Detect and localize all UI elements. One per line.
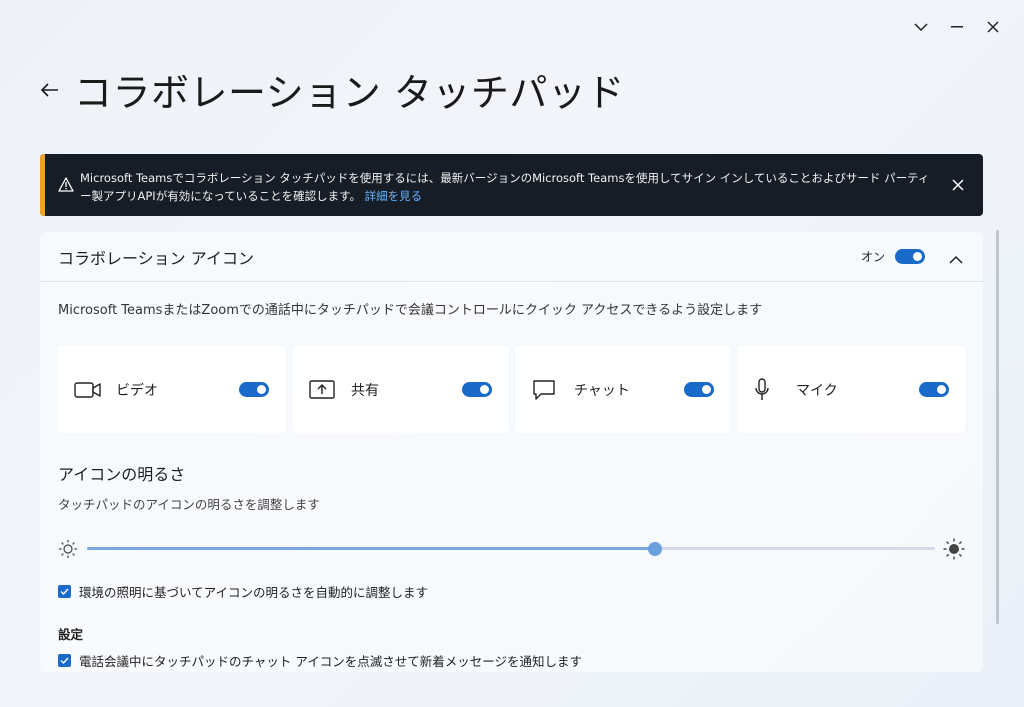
brightness-title: アイコンの明るさ	[58, 465, 186, 484]
panel-description: Microsoft TeamsまたはZoomでの通話中にタッチパッドで会議コント…	[58, 303, 763, 318]
card-mic: マイク	[738, 346, 965, 433]
collab-icons-toggle[interactable]	[895, 249, 925, 264]
warning-icon	[58, 177, 74, 196]
slider-track[interactable]	[87, 542, 935, 556]
banner-message: Microsoft Teamsでコラボレーション タッチパッドを使用するには、最…	[80, 169, 930, 205]
page-header: コラボレーション タッチパッド	[40, 62, 625, 117]
share-screen-icon	[309, 379, 339, 400]
back-arrow-icon[interactable]	[40, 80, 60, 100]
banner-text: Microsoft Teamsでコラボレーション タッチパッドを使用するには、最…	[80, 171, 930, 203]
card-label-chat: チャット	[574, 382, 630, 399]
card-share: 共有	[293, 346, 508, 433]
notify-row: 電話会議中にタッチパッドのチャット アイコンを点滅させて新着メッセージを通知しま…	[58, 651, 582, 670]
sun-small-icon	[58, 539, 78, 563]
learn-more-link[interactable]: 詳細を見る	[365, 189, 423, 203]
sun-large-icon	[943, 538, 965, 564]
control-cards: ビデオ 共有 チャット マイク	[58, 346, 965, 433]
card-label-mic: マイク	[796, 382, 838, 399]
notify-label: 電話会議中にタッチパッドのチャット アイコンを点滅させて新着メッセージを通知しま…	[79, 654, 582, 669]
chevron-up-icon[interactable]	[949, 249, 965, 265]
minimize-icon[interactable]	[948, 18, 966, 36]
auto-adjust-label: 環境の照明に基づいてアイコンの明るさを自動的に調整します	[79, 585, 429, 600]
slider-thumb[interactable]	[648, 542, 663, 556]
card-label-video: ビデオ	[116, 382, 158, 399]
notify-checkbox[interactable]	[58, 654, 71, 667]
chat-icon	[532, 379, 562, 401]
card-label-share: 共有	[351, 382, 379, 399]
panel-title: コラボレーション アイコン	[58, 248, 254, 268]
slider-fill	[87, 547, 656, 550]
panel-header[interactable]: コラボレーション アイコン オン	[40, 232, 983, 282]
close-icon[interactable]	[984, 18, 1002, 36]
video-camera-icon	[74, 381, 104, 399]
chat-toggle[interactable]	[684, 382, 714, 397]
card-video: ビデオ	[58, 346, 285, 433]
share-toggle[interactable]	[462, 382, 492, 397]
mic-toggle[interactable]	[919, 382, 949, 397]
window-controls	[912, 18, 1002, 36]
video-toggle[interactable]	[239, 382, 269, 397]
toggle-state-label: オン	[860, 250, 885, 264]
microphone-icon	[754, 377, 784, 402]
card-chat: チャット	[516, 346, 730, 433]
auto-adjust-row: 環境の照明に基づいてアイコンの明るさを自動的に調整します	[58, 582, 428, 601]
auto-adjust-checkbox[interactable]	[58, 585, 71, 598]
brightness-subtitle: タッチパッドのアイコンの明るさを調整します	[58, 497, 320, 512]
banner-accent	[40, 154, 45, 216]
info-banner: Microsoft Teamsでコラボレーション タッチパッドを使用するには、最…	[40, 154, 983, 216]
brightness-slider	[58, 537, 965, 560]
collab-icons-panel: コラボレーション アイコン オン Microsoft TeamsまたはZoomで…	[40, 232, 983, 672]
scrollbar[interactable]	[996, 230, 999, 624]
chevron-down-icon[interactable]	[912, 18, 930, 36]
settings-title: 設定	[58, 627, 84, 642]
panel-header-controls: オン	[861, 248, 965, 265]
banner-close-icon[interactable]	[951, 177, 967, 193]
page-title: コラボレーション タッチパッド	[74, 71, 625, 115]
